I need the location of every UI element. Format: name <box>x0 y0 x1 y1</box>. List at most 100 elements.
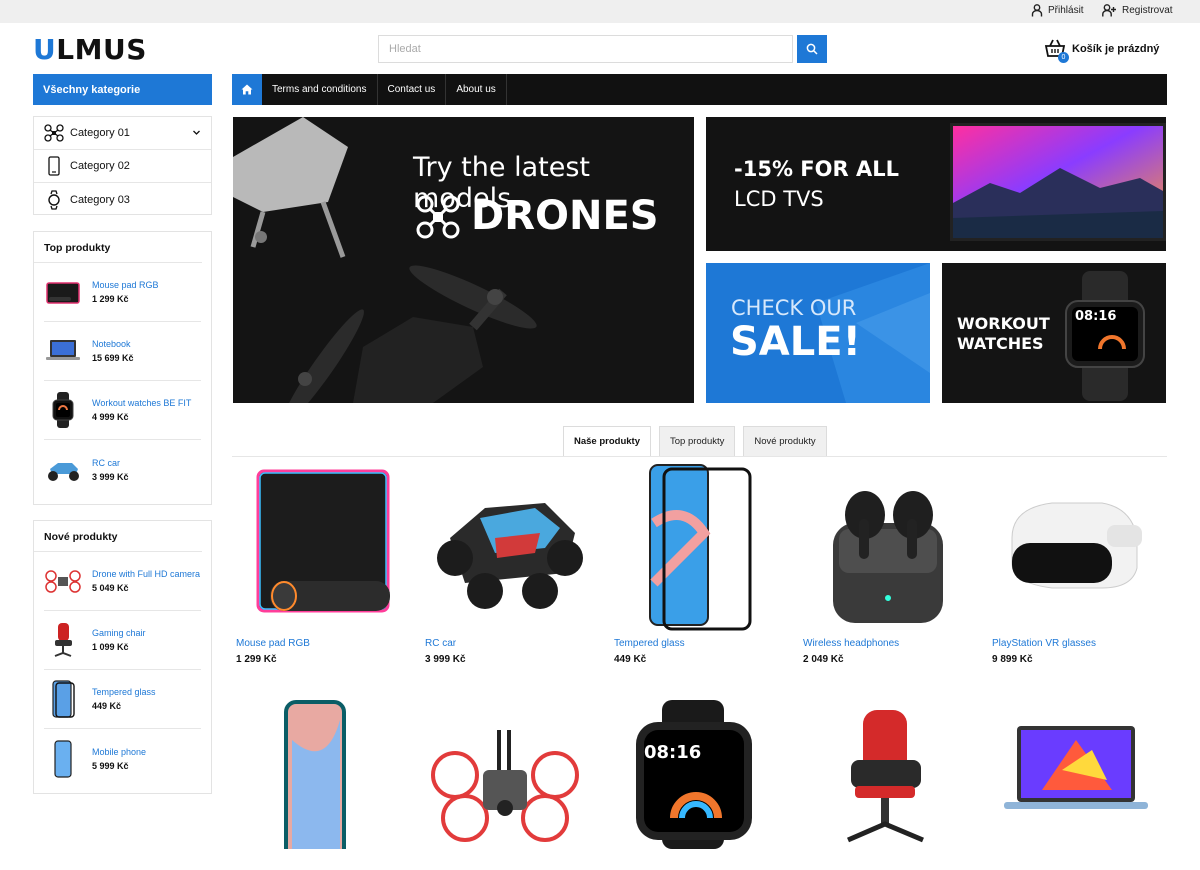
product-price: 15 699 Kč <box>92 353 134 363</box>
search-button[interactable] <box>797 35 827 63</box>
tv-illustration <box>950 123 1166 241</box>
tab-divider <box>232 456 1167 457</box>
product-price: 449 Kč <box>614 654 647 665</box>
logo-text: LMUS <box>56 33 147 66</box>
tab-our-products[interactable]: Naše produkty <box>563 426 651 457</box>
nav-contact[interactable]: Contact us <box>378 74 447 105</box>
cart-button[interactable]: 0 Košík je prázdný <box>1044 38 1160 63</box>
product-thumbnail <box>44 562 82 600</box>
product-price: 5 999 Kč <box>92 760 129 771</box>
product-image <box>236 462 396 632</box>
register-link[interactable]: Registrovat <box>1102 4 1173 17</box>
sidebar-product[interactable]: Notebook 15 699 Kč <box>44 322 201 381</box>
nav-terms[interactable]: Terms and conditions <box>262 74 378 105</box>
product-name: Wireless headphones <box>803 638 900 649</box>
product-card[interactable] <box>992 700 1162 870</box>
top-bar: Přihlásit Registrovat <box>0 0 1200 23</box>
chevron-down-icon <box>193 130 200 135</box>
product-card[interactable]: 08:16 <box>614 700 784 870</box>
main-nav: Terms and conditions Contact us About us <box>232 74 1167 105</box>
category-label: Category 02 <box>70 160 130 172</box>
tab-new-products[interactable]: Nové produkty <box>743 426 827 457</box>
top-products-title: Top produkty <box>34 232 202 263</box>
drone-icon <box>416 195 460 239</box>
product-image <box>614 700 774 870</box>
sidebar-product[interactable]: RC car 3 999 Kč <box>44 440 201 499</box>
product-name: Notebook <box>92 339 131 349</box>
search-input[interactable] <box>378 35 793 63</box>
watch-time: 08:16 <box>1075 309 1117 324</box>
sidebar-product[interactable]: Drone with Full HD camera 5 049 Kč <box>44 552 201 611</box>
product-price: 9 899 Kč <box>992 654 1033 665</box>
product-price: 1 099 Kč <box>92 642 129 652</box>
new-products-title: Nové produkty <box>34 521 202 552</box>
login-link[interactable]: Přihlásit <box>1031 4 1084 17</box>
sidebar-product[interactable]: Tempered glass 449 Kč <box>44 670 201 729</box>
sidebar-product[interactable]: Workout watches BE FIT 4 999 Kč <box>44 381 201 440</box>
top-products-box: Top produkty Mouse pad RGB 1 299 Kč Noteb… <box>33 231 212 505</box>
banner-tvs[interactable]: -15% FOR ALL LCD TVS <box>706 117 1166 251</box>
product-card[interactable]: PlayStation VR glasses 9 899 Kč <box>992 462 1162 665</box>
product-price: 2 049 Kč <box>803 654 844 665</box>
product-thumbnail <box>44 739 82 778</box>
product-name: Tempered glass <box>92 687 156 697</box>
category-label: Category 01 <box>70 127 130 139</box>
cart-label: Košík je prázdný <box>1072 43 1160 55</box>
product-thumbnail <box>44 680 82 718</box>
product-name: RC car <box>92 457 121 468</box>
nav-about[interactable]: About us <box>446 74 507 105</box>
category-item-02[interactable]: Category 02 <box>34 150 211 183</box>
product-thumbnail <box>44 332 82 370</box>
banner-drones[interactable]: Try the latest models DRONES <box>233 117 694 403</box>
product-card[interactable]: Wireless headphones 2 049 Kč <box>803 462 973 665</box>
product-card[interactable] <box>236 700 406 870</box>
product-card[interactable]: RC car 3 999 Kč <box>425 462 595 665</box>
product-price: 4 999 Kč <box>92 412 129 422</box>
watch-illustration <box>1065 271 1145 401</box>
product-card[interactable] <box>425 700 595 870</box>
new-products-box: Nové produkty Drone with Full HD camera 5… <box>33 520 212 794</box>
sidebar-product[interactable]: Mobile phone 5 999 Kč <box>44 729 201 788</box>
watch-time: 08:16 <box>644 742 702 763</box>
login-label: Přihlásit <box>1048 5 1084 16</box>
banner-watches-line2: WATCHES <box>957 334 1044 353</box>
product-thumbnail <box>44 391 82 429</box>
product-name: Workout watches BE FIT <box>92 398 192 408</box>
category-item-03[interactable]: Category 03 <box>34 183 211 216</box>
product-tabs: Naše produkty Top produkty Nové produkty <box>563 426 827 457</box>
category-item-01[interactable]: Category 01 <box>34 117 211 150</box>
product-price: 3 999 Kč <box>425 654 466 665</box>
home-button[interactable] <box>232 74 262 105</box>
site-logo[interactable]: ULMUS <box>33 33 147 66</box>
product-price: 3 999 Kč <box>92 471 129 482</box>
product-card[interactable] <box>803 700 973 870</box>
product-name: Gaming chair <box>92 628 146 638</box>
logo-initial: U <box>33 33 57 66</box>
product-thumbnail <box>44 621 82 659</box>
banner-sale-line2: SALE! <box>730 319 861 365</box>
banner-watches[interactable]: WORKOUT WATCHES 08:16 <box>942 263 1166 403</box>
add-user-icon <box>1102 4 1116 17</box>
product-card[interactable]: Mouse pad RGB 1 299 Kč <box>236 462 406 665</box>
watch-icon <box>48 189 60 210</box>
all-categories-button[interactable]: Všechny kategorie <box>33 74 212 105</box>
banner-sale[interactable]: CHECK OUR SALE! <box>706 263 930 403</box>
product-thumbnail <box>44 273 82 311</box>
user-icon <box>1031 4 1043 17</box>
category-list: Category 01 Category 02 Category 03 <box>33 116 212 215</box>
product-image <box>992 462 1152 632</box>
cart-count-badge: 0 <box>1058 52 1069 63</box>
product-image <box>992 700 1152 870</box>
banner-tvs-line2: LCD TVS <box>734 187 824 211</box>
product-image <box>425 462 585 632</box>
product-price: 1 299 Kč <box>236 654 277 665</box>
product-card[interactable]: Tempered glass 449 Kč <box>614 462 784 665</box>
tab-top-products[interactable]: Top produkty <box>659 426 736 457</box>
product-name: Drone with Full HD camera <box>92 569 201 579</box>
banner-tvs-line1: -15% FOR ALL <box>734 157 899 181</box>
product-image <box>236 700 396 870</box>
product-thumbnail <box>44 451 82 489</box>
product-name: Tempered glass <box>614 638 685 649</box>
sidebar-product[interactable]: Gaming chair 1 099 Kč <box>44 611 201 670</box>
sidebar-product[interactable]: Mouse pad RGB 1 299 Kč <box>44 263 201 322</box>
